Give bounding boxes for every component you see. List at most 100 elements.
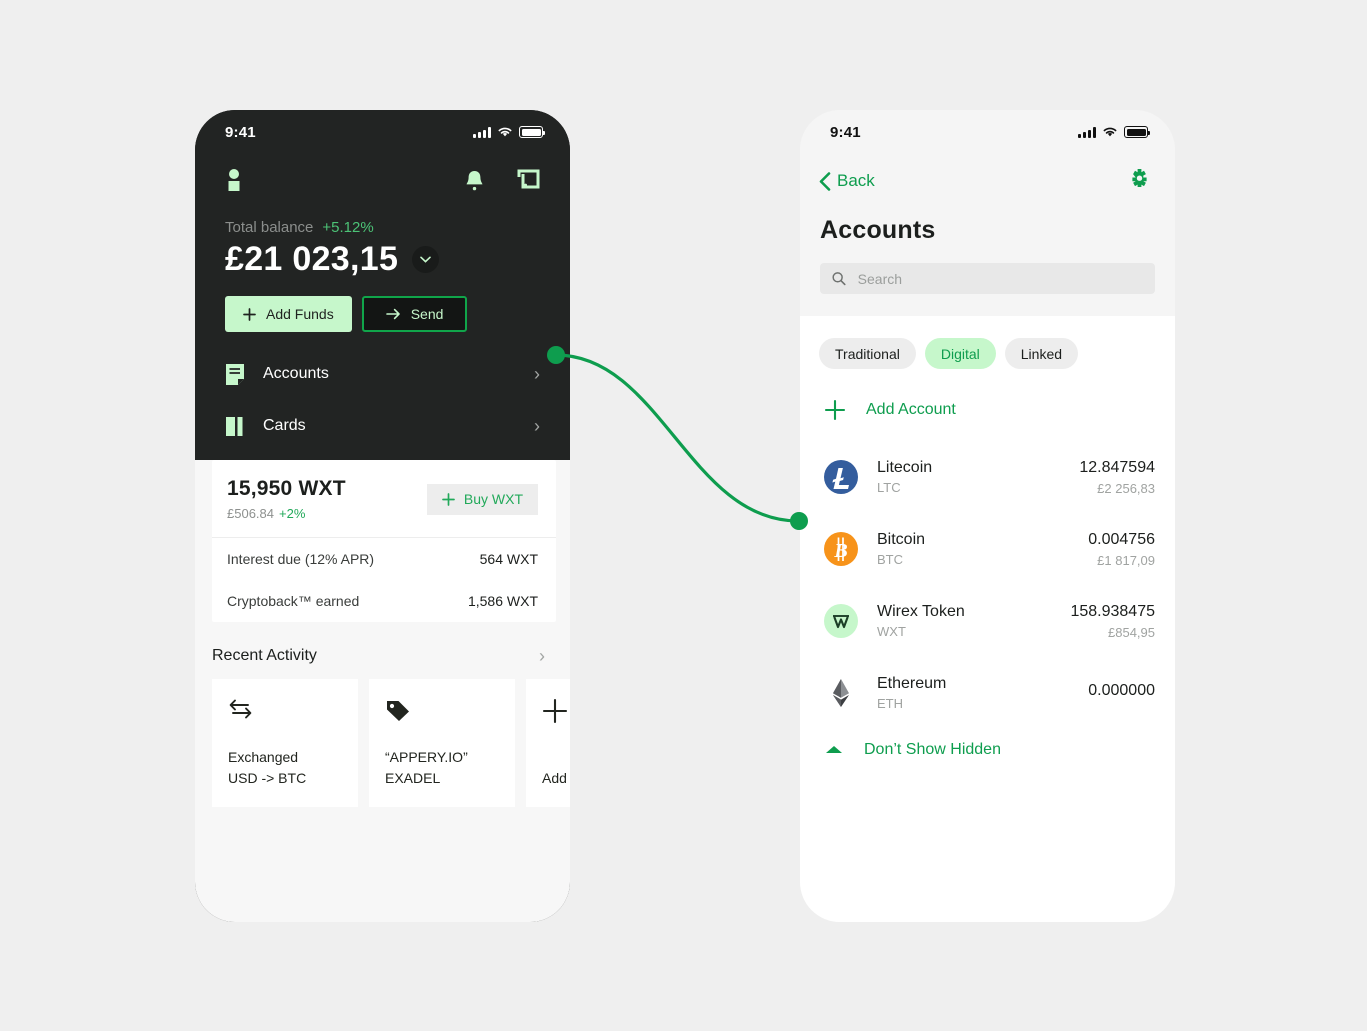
filter-chip-digital[interactable]: Digital [924,338,996,369]
account-amount: 0.004756 [1088,530,1155,548]
wifi-icon [1103,127,1117,137]
buy-wxt-button[interactable]: Buy WXT [426,483,538,515]
account-fiat: £2 256,83 [1097,480,1155,496]
balance-label: Total balance [225,219,314,236]
activity-card-line1: Add [542,769,567,786]
filter-chip-traditional[interactable]: Traditional [819,338,916,369]
send-button[interactable]: Send [361,296,468,332]
arrow-right-icon [385,308,400,320]
balance-change: +5.12% [322,219,374,236]
account-code: BTC [877,552,903,567]
recent-activity-title: Recent Activity [212,647,317,664]
wxt-detail-label: Cryptoback™ earned [227,593,360,609]
chevron-left-icon [819,171,831,191]
add-funds-button[interactable]: Add Funds [225,296,352,332]
signal-icon [473,126,491,138]
account-fiat: £1 817,09 [1097,552,1155,568]
filter-chip-label: Traditional [835,345,900,362]
avatar-icon[interactable] [225,168,243,197]
account-row-bitcoin[interactable]: B Bitcoin BTC 0.004756 £1 817,09 [824,513,1155,585]
wxt-detail-value: 1,586 WXT [467,593,538,609]
account-amount: 158.938475 [1070,602,1155,620]
status-bar: 9:41 [800,110,1175,154]
plus-icon [442,492,455,506]
chevron-up-icon [826,746,842,753]
wxt-detail-row: Cryptoback™ earned 1,586 WXT [212,580,556,622]
activity-card-line2: USD -> BTC [228,769,307,786]
accounts-header: 9:41 Back Accounts Search [800,110,1175,316]
account-filters: Traditional Digital Linked [800,316,1175,369]
recent-activity-cards: Exchanged USD -> BTC “APPERY.IO” EXADEL [195,665,570,807]
account-code: ETH [877,696,903,711]
filter-chip-label: Digital [940,345,980,362]
send-label: Send [410,306,444,322]
account-name: Litecoin [877,459,933,476]
dont-show-hidden-button[interactable]: Don’t Show Hidden [800,729,1175,759]
bitcoin-icon: B [824,532,858,566]
menu-item-cards[interactable]: Cards › [225,400,540,452]
buy-wxt-label: Buy WXT [463,491,523,507]
wxt-card: 15,950 WXT £506.84 +2% Buy WXT Interest d… [212,460,556,622]
battery-icon [519,126,545,138]
activity-card[interactable]: Add [526,679,570,807]
account-row-wirex-token[interactable]: Wirex Token WXT 158.938475 £854,95 [824,585,1155,657]
add-account-label: Add Account [866,401,956,418]
chevron-right-icon: › [534,416,540,436]
account-name: Bitcoin [877,531,926,548]
bell-icon[interactable] [464,169,485,197]
scan-icon[interactable] [517,169,540,197]
chevron-right-icon: › [534,364,540,384]
back-label: Back [837,171,875,190]
accounts-nav: Back [800,154,1175,194]
account-row-litecoin[interactable]: Litecoin LTC 12.847594 £2 256,83 [824,441,1155,513]
chevron-right-icon: › [539,646,545,666]
add-account-button[interactable]: Add Account [800,369,1175,421]
account-amount: 12.847594 [1079,458,1155,476]
activity-card[interactable]: Exchanged USD -> BTC [212,679,358,807]
dashboard-dark-panel: 9:41 Total balance +5.12% £21 023,15 Add… [195,110,570,518]
balance-amount: £21 023,15 [225,240,399,278]
recent-activity-header[interactable]: Recent Activity › [195,622,570,665]
dashboard-top-icons [195,154,570,197]
status-bar-icons [1078,126,1150,138]
dashboard-action-buttons: Add Funds Send [195,279,570,332]
activity-card-line1: Exchanged [228,749,299,766]
account-row-ethereum[interactable]: Ethereum ETH 0.000000 [824,657,1155,729]
menu-item-accounts[interactable]: Accounts › [225,348,540,400]
back-button[interactable]: Back [819,171,875,191]
account-fiat: £854,95 [1108,624,1155,640]
search-input[interactable] [855,269,1143,288]
ethereum-icon [824,676,858,710]
accounts-body: Traditional Digital Linked Add Account L… [800,316,1175,922]
wxt-detail-value: 564 WXT [479,551,538,567]
account-name: Wirex Token [877,603,965,620]
wifi-icon [498,127,512,137]
filter-chip-linked[interactable]: Linked [1004,338,1079,369]
wxt-detail-label: Interest due (12% APR) [227,551,375,567]
account-code: WXT [877,624,906,639]
account-amount: 0.000000 [1088,682,1155,699]
activity-card[interactable]: “APPERY.IO” EXADEL [369,679,515,807]
wxt-change: +2% [279,506,306,521]
battery-icon [1124,126,1150,138]
plus-icon [824,399,846,421]
activity-card-line2: EXADEL [385,769,441,786]
document-icon [225,363,251,386]
phone-dashboard: 9:41 Total balance +5.12% £21 023,15 Add… [195,110,570,922]
search-bar[interactable] [820,263,1155,294]
account-name: Ethereum [877,675,947,692]
chevron-down-icon[interactable] [412,246,440,273]
dashboard-light-area: 15,950 WXT £506.84 +2% Buy WXT Interest d… [195,460,570,922]
account-code: LTC [877,480,901,495]
account-list: Litecoin LTC 12.847594 £2 256,83 B Bitco… [800,421,1175,729]
cards-icon [225,415,251,438]
phone-accounts: 9:41 Back Accounts Search Traditional Di… [800,110,1175,922]
screenshot-stage: 9:41 Total balance +5.12% £21 023,15 Add… [0,0,1367,1031]
gear-icon[interactable] [1129,168,1150,194]
activity-card-line1: “APPERY.IO” [385,749,468,766]
status-bar-time: 9:41 [225,123,256,141]
add-funds-label: Add Funds [266,306,334,322]
menu-item-label: Accounts [263,365,329,382]
wxt-fiat: £506.84 [227,506,274,521]
filter-chip-label: Linked [1020,345,1063,362]
